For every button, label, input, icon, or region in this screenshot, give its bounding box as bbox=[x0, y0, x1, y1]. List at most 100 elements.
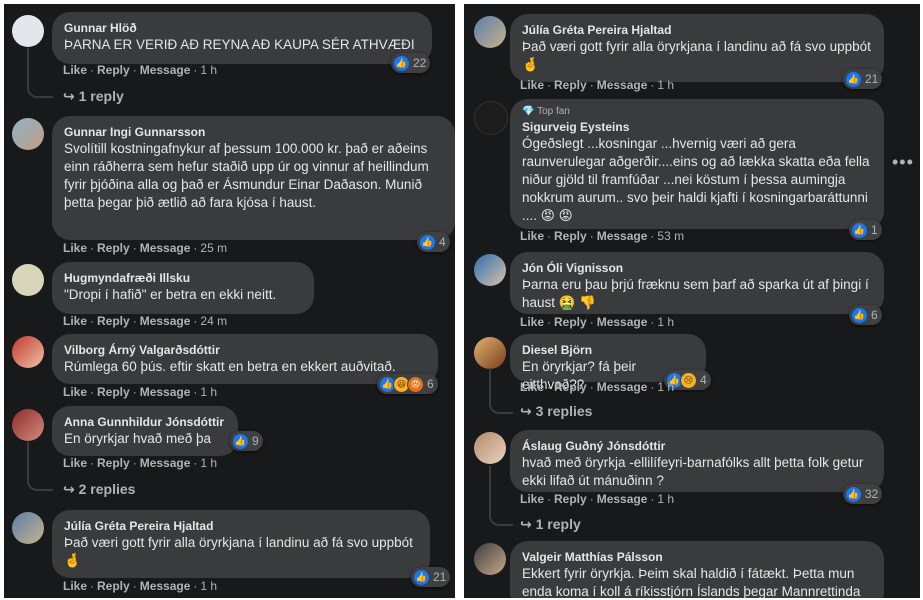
reply-button[interactable]: Reply bbox=[97, 314, 130, 328]
like-button[interactable]: Like bbox=[63, 385, 87, 399]
more-options-icon[interactable]: ••• bbox=[892, 152, 914, 173]
reply-arrow-icon: ↪ bbox=[520, 403, 532, 419]
reaction-summary[interactable]: 👍 32 bbox=[843, 484, 883, 504]
message-button[interactable]: Message bbox=[597, 380, 648, 394]
reply-button[interactable]: Reply bbox=[97, 456, 130, 470]
top-fan-badge: 💎 Top fan bbox=[522, 106, 570, 117]
reaction-summary[interactable]: 👍 21 bbox=[843, 69, 883, 89]
timestamp[interactable]: 1 h bbox=[657, 78, 674, 92]
comment-actions: Like · Reply · Message · 1 h bbox=[63, 456, 218, 470]
like-button[interactable]: Like bbox=[520, 78, 544, 92]
reaction-summary[interactable]: 👍 1 bbox=[849, 220, 882, 240]
reply-button[interactable]: Reply bbox=[554, 229, 587, 243]
commenter-name[interactable]: Sigurveig Eysteins bbox=[522, 119, 872, 135]
view-replies-link[interactable]: ↪ 3 replies bbox=[520, 403, 592, 420]
avatar[interactable] bbox=[474, 254, 506, 286]
timestamp[interactable]: 1 h bbox=[200, 385, 217, 399]
commenter-name[interactable]: Jón Óli Vignisson bbox=[522, 260, 872, 276]
message-button[interactable]: Message bbox=[597, 315, 648, 329]
diamond-icon: 💎 bbox=[522, 106, 535, 117]
timestamp[interactable]: 1 h bbox=[200, 63, 217, 77]
message-button[interactable]: Message bbox=[597, 78, 648, 92]
avatar[interactable] bbox=[474, 16, 506, 48]
message-button[interactable]: Message bbox=[140, 456, 191, 470]
like-button[interactable]: Like bbox=[63, 314, 87, 328]
reply-button[interactable]: Reply bbox=[554, 78, 587, 92]
timestamp[interactable]: 1 h bbox=[657, 380, 674, 394]
like-reaction-icon: 👍 bbox=[845, 485, 862, 503]
commenter-name[interactable]: Vilborg Árný Valgarðsdóttir bbox=[64, 342, 426, 358]
commenter-name[interactable]: Áslaug Guðný Jónsdóttir bbox=[522, 438, 872, 454]
like-button[interactable]: Like bbox=[520, 229, 544, 243]
avatar[interactable] bbox=[12, 409, 44, 441]
thread-line bbox=[27, 442, 53, 491]
timestamp[interactable]: 25 m bbox=[200, 241, 227, 255]
view-replies-link[interactable]: ↪ 2 replies bbox=[63, 481, 135, 498]
comment-text: "Dropi í hafið" er betra en ekki neitt. bbox=[64, 287, 277, 302]
reaction-summary[interactable]: 👍 6 bbox=[849, 305, 882, 325]
message-button[interactable]: Message bbox=[140, 63, 191, 77]
reply-button[interactable]: Reply bbox=[554, 315, 587, 329]
comment-bubble: Hugmyndafræði Illsku "Dropi í hafið" er … bbox=[52, 262, 314, 314]
like-button[interactable]: Like bbox=[63, 456, 87, 470]
timestamp[interactable]: 53 m bbox=[657, 229, 684, 243]
avatar[interactable] bbox=[12, 264, 44, 296]
reply-button[interactable]: Reply bbox=[97, 385, 130, 399]
comment-text: Ógeðslegt ...kosningar ...hvernig væri a… bbox=[522, 136, 870, 223]
commenter-name[interactable]: Valgeir Matthías Pálsson bbox=[522, 549, 872, 565]
avatar[interactable] bbox=[12, 336, 44, 368]
commenter-name[interactable]: Júlía Gréta Pereira Hjaltad bbox=[522, 22, 872, 38]
reply-button[interactable]: Reply bbox=[97, 241, 130, 255]
message-button[interactable]: Message bbox=[597, 492, 648, 506]
comment-actions: Like · Reply · Message · 1 h bbox=[520, 492, 675, 506]
like-button[interactable]: Like bbox=[520, 315, 544, 329]
message-button[interactable]: Message bbox=[140, 579, 191, 593]
commenter-name[interactable]: Gunnar Hlöð bbox=[64, 20, 420, 36]
message-button[interactable]: Message bbox=[597, 229, 648, 243]
timestamp[interactable]: 1 h bbox=[200, 579, 217, 593]
avatar[interactable] bbox=[474, 101, 508, 135]
comment-text: Svolítill kostningafnykur af þessum 100.… bbox=[64, 141, 429, 210]
avatar[interactable] bbox=[12, 512, 44, 544]
like-button[interactable]: Like bbox=[520, 380, 544, 394]
reaction-summary[interactable]: 👍 9 bbox=[230, 431, 263, 451]
like-button[interactable]: Like bbox=[520, 492, 544, 506]
view-replies-link[interactable]: ↪ 1 reply bbox=[520, 516, 581, 533]
like-reaction-icon: 👍 bbox=[851, 306, 868, 324]
reply-button[interactable]: Reply bbox=[554, 380, 587, 394]
like-button[interactable]: Like bbox=[63, 63, 87, 77]
view-replies-link[interactable]: ↪ 1 reply bbox=[63, 88, 124, 105]
reply-button[interactable]: Reply bbox=[554, 492, 587, 506]
timestamp[interactable]: 1 h bbox=[657, 315, 674, 329]
message-button[interactable]: Message bbox=[140, 385, 191, 399]
reply-button[interactable]: Reply bbox=[97, 579, 130, 593]
reaction-summary[interactable]: 👍 4 bbox=[417, 232, 450, 252]
comment-text: ÞARNA ER VERIÐ AÐ REYNA AÐ KAUPA SÉR ATH… bbox=[64, 37, 415, 52]
avatar[interactable] bbox=[474, 543, 506, 575]
commenter-name[interactable]: Júlía Gréta Pereira Hjaltad bbox=[64, 518, 418, 534]
avatar[interactable] bbox=[12, 15, 44, 47]
timestamp[interactable]: 24 m bbox=[200, 314, 227, 328]
comment-text: Ekkert fyrir öryrkja. Þeim skal haldið í… bbox=[522, 566, 861, 598]
avatar[interactable] bbox=[12, 118, 44, 150]
reply-arrow-icon: ↪ bbox=[63, 88, 75, 104]
like-button[interactable]: Like bbox=[63, 579, 87, 593]
message-button[interactable]: Message bbox=[140, 314, 191, 328]
reply-button[interactable]: Reply bbox=[97, 63, 130, 77]
comment-actions: Like · Reply · Message · 1 h bbox=[63, 385, 218, 399]
avatar[interactable] bbox=[474, 432, 506, 464]
message-button[interactable]: Message bbox=[140, 241, 191, 255]
commenter-name[interactable]: Hugmyndafræði Illsku bbox=[64, 270, 302, 286]
sad-reaction-icon: 😢 bbox=[680, 371, 697, 389]
timestamp[interactable]: 1 h bbox=[200, 456, 217, 470]
commenter-name[interactable]: Anna Gunnhildur Jónsdóttir bbox=[64, 414, 226, 430]
reaction-summary[interactable]: 👍 😆 😡 6 bbox=[377, 374, 438, 394]
reaction-summary[interactable]: 👍 22 bbox=[391, 53, 431, 73]
like-button[interactable]: Like bbox=[63, 241, 87, 255]
reply-arrow-icon: ↪ bbox=[63, 481, 75, 497]
timestamp[interactable]: 1 h bbox=[657, 492, 674, 506]
avatar[interactable] bbox=[474, 337, 506, 369]
commenter-name[interactable]: Gunnar Ingi Gunnarsson bbox=[64, 124, 443, 140]
commenter-name[interactable]: Diesel Björn bbox=[522, 342, 694, 358]
reaction-summary[interactable]: 👍 21 bbox=[411, 567, 451, 587]
